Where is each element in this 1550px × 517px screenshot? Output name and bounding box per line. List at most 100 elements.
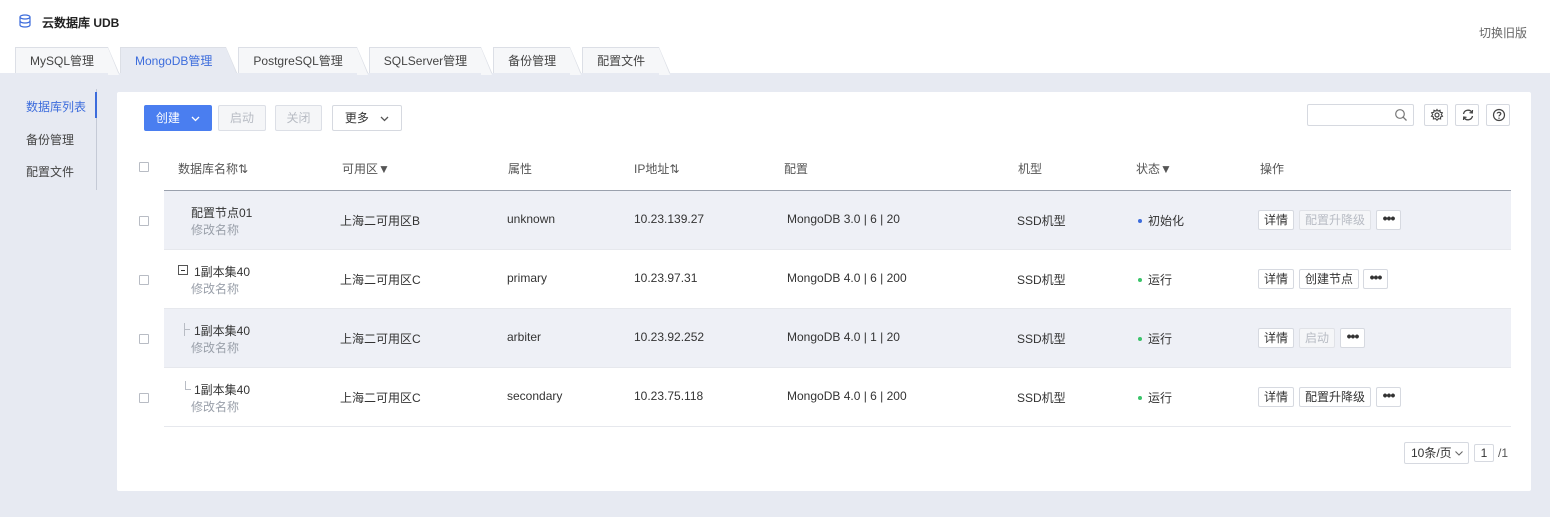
- status-badge: 运行: [1138, 330, 1172, 347]
- side-item-db-list[interactable]: 数据库列表: [26, 98, 86, 115]
- row-name: 1副本集40: [194, 324, 251, 338]
- row-checkbox[interactable]: [139, 334, 149, 344]
- col-ip-header[interactable]: IP地址⇅: [634, 160, 679, 177]
- settings-button[interactable]: [1424, 104, 1448, 126]
- resize-config-button[interactable]: 配置升降级: [1299, 387, 1372, 407]
- table-row: 1副本集40 修改名称 上海二可用区C arbiter 10.23.92.252…: [133, 309, 1511, 368]
- more-ops-button[interactable]: •••: [1376, 210, 1401, 230]
- rename-link[interactable]: 修改名称: [191, 398, 239, 415]
- row-attr: primary: [507, 271, 548, 285]
- status-badge: 运行: [1138, 271, 1172, 288]
- start-button[interactable]: 启动: [218, 105, 266, 131]
- collapse-toggle[interactable]: [178, 265, 188, 275]
- row-zone: 上海二可用区C: [340, 332, 421, 346]
- row-config: MongoDB 4.0 | 6 | 200: [787, 389, 907, 403]
- help-icon: [1492, 108, 1506, 122]
- tab-backup[interactable]: 备份管理: [493, 47, 583, 75]
- row-name: 1副本集40: [194, 265, 251, 279]
- col-attr-header: 属性: [508, 162, 533, 176]
- tab-config-file[interactable]: 配置文件: [582, 47, 672, 75]
- main-panel: 创建 启动 关闭 更多 数据库名称⇅ 可用区▼ 属性 IP地址⇅ 配置 机型 状…: [117, 92, 1531, 491]
- top-bar: 云数据库 UDB 切换旧版: [0, 0, 1550, 46]
- side-menu: 数据库列表 备份管理 配置文件: [15, 89, 97, 190]
- col-ops-header: 操作: [1260, 162, 1285, 176]
- select-all-checkbox[interactable]: [139, 162, 149, 172]
- row-name: 1副本集40: [194, 383, 251, 397]
- row-name: 配置节点01: [191, 206, 253, 220]
- col-status-header[interactable]: 状态▼: [1136, 160, 1172, 177]
- col-name-header[interactable]: 数据库名称⇅: [178, 160, 248, 177]
- refresh-icon: [1462, 109, 1474, 121]
- search-icon[interactable]: [1394, 108, 1408, 122]
- row-config: MongoDB 4.0 | 6 | 200: [787, 271, 907, 285]
- close-button[interactable]: 关闭: [275, 105, 322, 131]
- create-button[interactable]: 创建: [144, 105, 212, 131]
- row-ip: 10.23.75.118: [634, 389, 704, 403]
- total-pages: /1: [1498, 446, 1509, 460]
- tab-postgresql[interactable]: PostgreSQL管理: [238, 47, 370, 75]
- status-dot: [1138, 395, 1142, 400]
- status-badge: 运行: [1138, 389, 1172, 406]
- tab-mongodb[interactable]: MongoDB管理: [120, 47, 239, 75]
- create-node-button[interactable]: 创建节点: [1299, 269, 1360, 289]
- tree-connector: [184, 329, 190, 330]
- status-dot: [1138, 336, 1142, 341]
- chevron-down-icon: [191, 116, 200, 122]
- row-attr: secondary: [507, 389, 563, 403]
- app-title: 云数据库 UDB: [42, 16, 120, 30]
- col-config-header: 配置: [784, 162, 809, 176]
- more-button[interactable]: 更多: [332, 105, 402, 131]
- row-attr: unknown: [507, 212, 556, 226]
- tab-mysql[interactable]: MySQL管理: [15, 47, 121, 75]
- rename-link[interactable]: 修改名称: [191, 280, 239, 297]
- detail-button[interactable]: 详情: [1258, 269, 1295, 289]
- help-button[interactable]: [1486, 104, 1510, 126]
- row-checkbox[interactable]: [139, 393, 149, 403]
- current-page[interactable]: 1: [1474, 444, 1494, 462]
- tab-sqlserver[interactable]: SQLServer管理: [368, 47, 494, 75]
- start-node-button[interactable]: 启动: [1299, 328, 1336, 348]
- row-ip: 10.23.92.252: [634, 330, 705, 344]
- search-box: [1307, 104, 1414, 126]
- row-zone: 上海二可用区C: [340, 273, 421, 287]
- table-row: 1副本集40 修改名称 上海二可用区C secondary 10.23.75.1…: [133, 368, 1511, 427]
- col-type-header: 机型: [1018, 162, 1043, 176]
- product-tabs: MySQL管理 MongoDB管理 PostgreSQL管理 SQLServer…: [15, 47, 672, 75]
- row-checkbox[interactable]: [139, 216, 149, 226]
- row-type: SSD机型: [1017, 273, 1066, 287]
- refresh-button[interactable]: [1455, 104, 1479, 126]
- more-ops-button[interactable]: •••: [1363, 269, 1388, 289]
- side-item-config-file[interactable]: 配置文件: [26, 163, 74, 180]
- rename-link[interactable]: 修改名称: [191, 221, 239, 238]
- create-button-label: 创建: [155, 111, 180, 125]
- table-row: 配置节点01 修改名称 上海二可用区B unknown 10.23.139.27…: [133, 191, 1511, 250]
- row-ip: 10.23.97.31: [634, 271, 698, 285]
- database-icon: [19, 14, 31, 28]
- row-checkbox[interactable]: [139, 275, 149, 285]
- search-input[interactable]: [1312, 105, 1396, 125]
- status-text: 运行: [1148, 273, 1173, 287]
- detail-button[interactable]: 详情: [1258, 328, 1295, 348]
- more-ops-button[interactable]: •••: [1376, 387, 1401, 407]
- col-zone-header[interactable]: 可用区▼: [342, 160, 390, 177]
- rename-link[interactable]: 修改名称: [191, 339, 239, 356]
- status-dot: [1138, 277, 1142, 282]
- row-zone: 上海二可用区B: [340, 214, 421, 228]
- status-dot: [1138, 218, 1142, 223]
- row-type: SSD机型: [1017, 391, 1066, 405]
- page-size-select[interactable]: 10条/页: [1404, 442, 1469, 464]
- status-text: 运行: [1148, 332, 1173, 346]
- table-row: 1副本集40 修改名称 上海二可用区C primary 10.23.97.31 …: [133, 250, 1511, 309]
- row-type: SSD机型: [1017, 332, 1066, 346]
- detail-button[interactable]: 详情: [1258, 387, 1295, 407]
- side-item-backup[interactable]: 备份管理: [26, 131, 74, 148]
- row-zone: 上海二可用区C: [340, 391, 421, 405]
- detail-button[interactable]: 详情: [1258, 210, 1295, 230]
- side-menu-active-indicator: [95, 92, 97, 118]
- chevron-down-icon: [380, 116, 389, 122]
- more-ops-button[interactable]: •••: [1340, 328, 1365, 348]
- row-attr: arbiter: [507, 330, 542, 344]
- switch-old-version-link[interactable]: 切换旧版: [1479, 24, 1527, 41]
- chevron-down-icon: [1455, 451, 1463, 456]
- resize-config-button[interactable]: 配置升降级: [1299, 210, 1372, 230]
